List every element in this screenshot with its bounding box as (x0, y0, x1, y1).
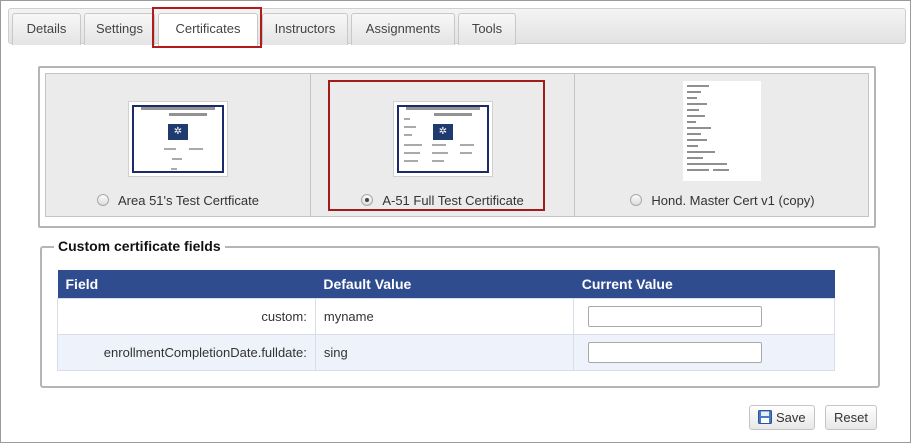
table-row: custom: myname (57, 297, 835, 335)
certificate-thumbnail (683, 81, 761, 181)
section-legend: Custom certificate fields (54, 238, 225, 254)
save-button[interactable]: Save (749, 405, 815, 430)
certificate-option-area51[interactable]: ✲ Area 51's Test Certficate (46, 74, 310, 216)
certificate-list: ✲ Area 51's Test Certficate ✲ A-51 Full … (45, 73, 869, 217)
certificate-radio[interactable] (97, 194, 109, 206)
seal-icon: ✲ (168, 124, 188, 140)
tab-instructors[interactable]: Instructors (262, 13, 348, 45)
reset-button[interactable]: Reset (825, 405, 877, 430)
certificate-radio[interactable] (630, 194, 643, 206)
default-value: sing (314, 333, 575, 371)
certificate-thumbnail: ✲ (128, 101, 228, 177)
tab-details[interactable]: Details (12, 13, 81, 45)
field-name: custom: (57, 297, 316, 335)
table-header-row: Field Default Value Current Value (57, 270, 835, 298)
custom-fields-section: Custom certificate fields Field Default … (40, 238, 880, 388)
column-header: Current Value (573, 270, 835, 298)
column-header: Default Value (315, 270, 574, 298)
floppy-disk-icon (758, 410, 772, 424)
field-name: enrollmentCompletionDate.fulldate: (57, 333, 316, 371)
tab-tools[interactable]: Tools (458, 13, 516, 45)
certificate-picker: ✲ Area 51's Test Certficate ✲ A-51 Full … (38, 66, 876, 228)
seal-icon: ✲ (433, 124, 453, 140)
column-header: Field (57, 270, 316, 298)
save-label: Save (776, 410, 806, 425)
certificate-option-hond-master[interactable]: Hond. Master Cert v1 (copy) (574, 74, 870, 216)
certificate-thumbnail: ✲ (393, 101, 493, 177)
custom-fields-table: Field Default Value Current Value custom… (57, 270, 835, 371)
certificate-radio[interactable] (361, 194, 374, 206)
certificate-label: Hond. Master Cert v1 (copy) (651, 193, 815, 208)
certificate-label: A-51 Full Test Certificate (382, 193, 524, 208)
default-value: myname (314, 297, 575, 335)
tab-bar: Details Settings Certificates Instructor… (8, 8, 906, 46)
table-row: enrollmentCompletionDate.fulldate: sing (57, 333, 835, 371)
tab-settings[interactable]: Settings (84, 13, 155, 45)
tab-assignments[interactable]: Assignments (351, 13, 455, 45)
current-value-input[interactable] (588, 341, 763, 363)
certificate-label: Area 51's Test Certficate (118, 193, 259, 208)
reset-label: Reset (834, 410, 868, 425)
tab-certificates[interactable]: Certificates (158, 13, 258, 46)
current-value-input[interactable] (588, 305, 763, 327)
certificate-option-a51-full[interactable]: ✲ A-51 Full Test Certificate (310, 74, 574, 216)
